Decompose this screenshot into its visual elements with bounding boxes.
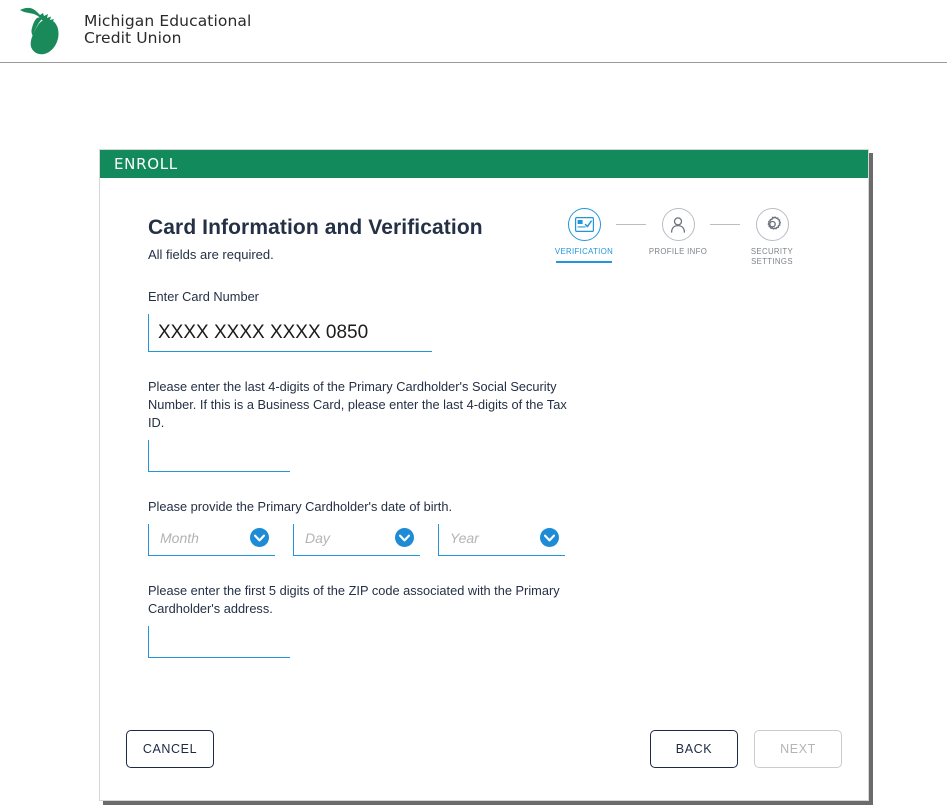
enroll-card-header: ENROLL: [100, 150, 868, 178]
step-profile-info[interactable]: PROFILE INFO: [646, 208, 710, 257]
page-content: ENROLL Card Information and Verification…: [0, 63, 947, 801]
dob-day-select[interactable]: Day: [293, 524, 420, 556]
enroll-card: ENROLL Card Information and Verification…: [99, 149, 869, 801]
ssn-last4-input[interactable]: [148, 440, 290, 472]
step-security-circle: [755, 208, 789, 241]
back-button[interactable]: BACK: [650, 730, 738, 768]
cancel-button[interactable]: CANCEL: [126, 730, 214, 768]
dob-select-row: Month Day Year: [148, 524, 822, 556]
ssn-label: Please enter the last 4-digits of the Pr…: [148, 379, 567, 430]
dob-month-placeholder: Month: [160, 530, 199, 546]
michigan-state-outline-icon: [20, 7, 59, 55]
card-number-label: Enter Card Number: [148, 289, 259, 304]
brand-logo[interactable]: Michigan Educational Credit Union: [18, 4, 251, 56]
site-header: Michigan Educational Credit Union: [0, 0, 947, 63]
card-check-icon: [574, 217, 594, 232]
chevron-down-icon[interactable]: [250, 528, 269, 547]
step-verification[interactable]: VERIFICATION: [552, 208, 616, 263]
step-security-settings[interactable]: SECURITY SETTINGS: [740, 208, 804, 267]
brand-name: Michigan Educational Credit Union: [84, 12, 252, 47]
card-number-input[interactable]: [148, 314, 432, 352]
zip-input[interactable]: [148, 626, 290, 658]
person-icon: [670, 216, 686, 233]
chevron-down-icon[interactable]: [540, 528, 559, 547]
step-profile-label: PROFILE INFO: [648, 247, 708, 256]
step-indicator: VERIFICATION PROFILE INFO SECURITY SETTI…: [552, 208, 804, 267]
step-connector-1: [616, 224, 646, 225]
gear-icon: [767, 216, 781, 230]
ssn-field-group: Please enter the last 4-digits of the Pr…: [148, 378, 822, 472]
dob-day-placeholder: Day: [305, 530, 330, 546]
enroll-card-body: Card Information and Verification All fi…: [100, 178, 868, 800]
zip-field-group: Please enter the first 5 digits of the Z…: [148, 582, 822, 658]
step-connector-2: [710, 224, 740, 225]
step-active-underline: [556, 261, 612, 263]
dob-field-group: Please provide the Primary Cardholder's …: [148, 498, 822, 556]
next-button[interactable]: NEXT: [754, 730, 842, 768]
dob-year-select[interactable]: Year: [438, 524, 565, 556]
dob-month-select[interactable]: Month: [148, 524, 275, 556]
step-verification-circle: [567, 208, 601, 241]
chevron-down-icon[interactable]: [395, 528, 414, 547]
dob-label: Please provide the Primary Cardholder's …: [148, 499, 453, 514]
step-security-label: SECURITY SETTINGS: [750, 247, 794, 266]
dob-year-placeholder: Year: [450, 530, 479, 546]
step-verification-label: VERIFICATION: [554, 247, 614, 256]
card-number-field-group: Enter Card Number: [148, 288, 822, 352]
zip-label: Please enter the first 5 digits of the Z…: [148, 583, 560, 616]
form-actions: CANCEL BACK NEXT: [126, 730, 842, 768]
enroll-title: ENROLL: [114, 155, 178, 173]
step-profile-circle: [661, 208, 695, 241]
